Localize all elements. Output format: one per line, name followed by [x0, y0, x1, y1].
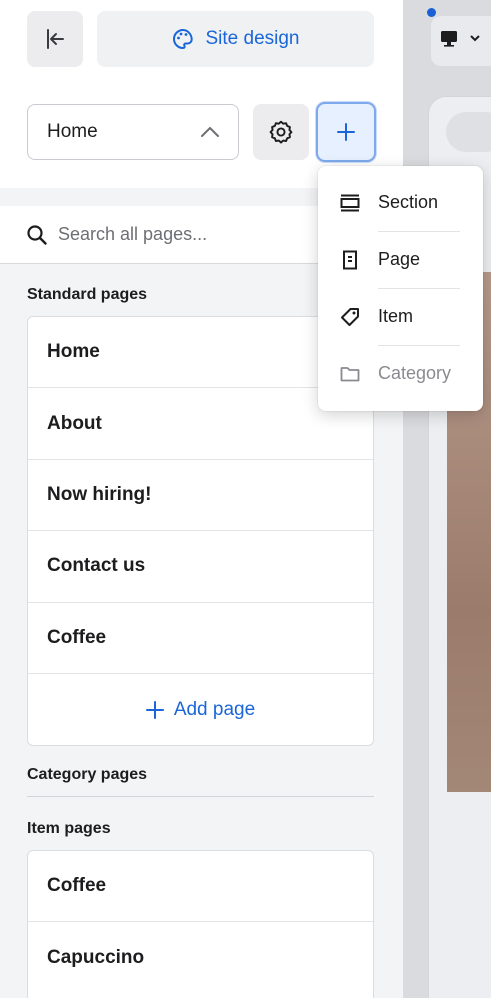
menu-item-category[interactable]: Category: [340, 345, 460, 402]
menu-item-label: Category: [378, 363, 452, 383]
page-selector[interactable]: Home: [27, 104, 239, 160]
list-item[interactable]: Coffee: [28, 851, 373, 923]
tag-icon: [341, 307, 359, 326]
search-icon: [27, 224, 47, 245]
add-button[interactable]: [316, 102, 376, 162]
add-menu: Section Page Item Category: [318, 166, 483, 411]
list-item[interactable]: Contact us: [28, 531, 373, 603]
site-design-button[interactable]: Site design: [97, 11, 374, 67]
plus-icon: [337, 123, 355, 141]
list-item[interactable]: Coffee: [28, 603, 373, 674]
standard-pages-heading: Standard pages: [27, 286, 148, 303]
site-design-label: Site design: [205, 28, 300, 49]
divider: [27, 796, 374, 797]
pages-panel: Site design Home Standard pages: [0, 0, 403, 998]
item-pages-heading: Item pages: [27, 820, 111, 837]
add-page-button[interactable]: Add page: [28, 674, 373, 745]
menu-item-item[interactable]: Item: [340, 288, 460, 345]
search-input[interactable]: [58, 224, 358, 245]
palette-icon: [173, 28, 194, 50]
gear-icon: [269, 120, 293, 144]
section-icon: [340, 194, 360, 211]
device-selector[interactable]: [431, 16, 491, 66]
menu-item-page[interactable]: Page: [340, 231, 460, 288]
page-icon: [343, 250, 357, 269]
add-page-label: Add page: [173, 698, 256, 720]
list-item[interactable]: Capuccino: [28, 922, 373, 993]
menu-item-label: Section: [378, 192, 439, 212]
plus-icon: [145, 700, 164, 719]
notification-dot: [427, 8, 436, 17]
chevron-up-icon: [201, 126, 219, 137]
menu-item-section[interactable]: Section: [340, 174, 460, 231]
desktop-icon: [441, 31, 480, 47]
menu-item-label: Page: [378, 249, 421, 269]
page-selector-value: Home: [47, 121, 98, 142]
preview-pill: [446, 112, 491, 152]
settings-button[interactable]: [253, 104, 309, 160]
list-item[interactable]: Now hiring!: [28, 460, 373, 532]
item-pages-list: Coffee Capuccino: [27, 850, 374, 998]
exit-icon: [47, 29, 64, 49]
menu-item-label: Item: [378, 306, 414, 326]
category-pages-heading: Category pages: [27, 766, 148, 783]
panel-header: Site design Home: [0, 0, 403, 188]
folder-icon: [340, 366, 360, 381]
exit-button[interactable]: [27, 11, 83, 67]
